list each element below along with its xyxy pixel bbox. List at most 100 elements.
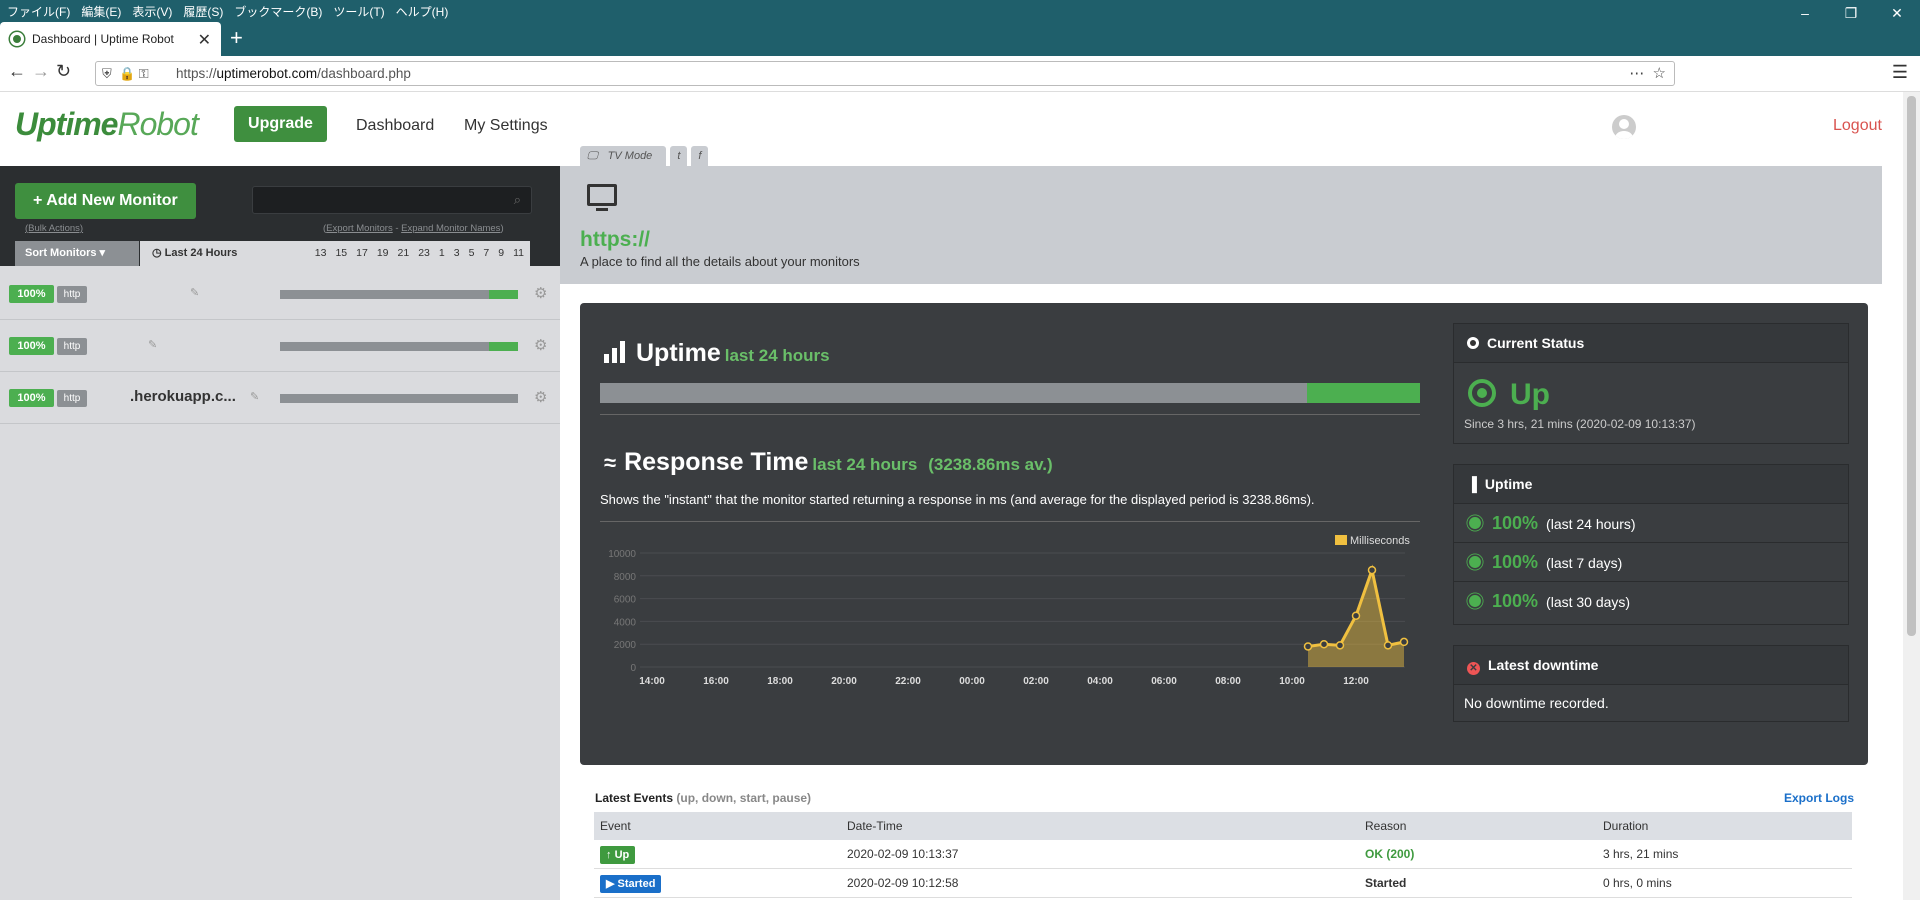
up-burst-icon bbox=[1469, 595, 1481, 607]
col-datetime: Date-Time bbox=[847, 819, 903, 833]
page-actions-icon[interactable]: ⋯ ☆ bbox=[1629, 62, 1666, 85]
export-monitors-link[interactable]: Export Monitors bbox=[326, 223, 393, 234]
monitor-uptime-bar bbox=[280, 394, 518, 403]
x-tick-label: 14:00 bbox=[639, 676, 665, 687]
clock-icon: ◷ bbox=[152, 247, 162, 259]
monitor-banner: https:// A place to find all the details… bbox=[560, 166, 1882, 284]
monitor-row[interactable]: 100% http .herokuapp.c... ✎ ⚙ bbox=[0, 372, 560, 424]
nav-dashboard[interactable]: Dashboard bbox=[356, 117, 434, 135]
monitor-uptime-badge: 100% bbox=[9, 337, 54, 355]
navigation-toolbar: ← → ↻ ⛨ 🔒 ⚿ https://uptimerobot.com/dash… bbox=[0, 56, 1920, 92]
tv-mode-button[interactable]: 🖵 TV Mode bbox=[580, 146, 667, 166]
export-links: (Export Monitors - Expand Monitor Names) bbox=[323, 223, 504, 234]
tv-mode-bar: 🖵 TV Mode t f bbox=[580, 146, 709, 166]
monitor-url-title[interactable]: https:// bbox=[580, 228, 650, 252]
x-tick-label: 16:00 bbox=[703, 676, 729, 687]
bar-chart-icon: ▐ bbox=[1467, 476, 1477, 492]
x-tick-label: 00:00 bbox=[959, 676, 985, 687]
data-point bbox=[1367, 565, 1377, 575]
hour-label: 1 bbox=[438, 247, 445, 259]
upgrade-button[interactable]: Upgrade bbox=[234, 106, 327, 142]
nav-my-settings[interactable]: My Settings bbox=[464, 117, 548, 135]
settings-gear-icon[interactable]: ⚙ bbox=[534, 284, 547, 302]
event-reason: OK (200) bbox=[1365, 847, 1415, 861]
event-cell: ↑ Up bbox=[594, 840, 847, 868]
x-tick-label: 06:00 bbox=[1151, 676, 1177, 687]
monitor-row[interactable]: 100% http ✎ ⚙ bbox=[0, 268, 560, 320]
data-point bbox=[1399, 637, 1409, 647]
settings-gear-icon[interactable]: ⚙ bbox=[534, 388, 547, 406]
hour-label: 23 bbox=[418, 247, 430, 259]
sort-monitors-button[interactable]: Sort Monitors ▾ bbox=[15, 241, 139, 266]
uptime-24h-fill bbox=[1306, 383, 1420, 403]
response-time-chart: 0 2000 4000 6000 8000 10000 14:00 16:00 18:00 20:… bbox=[600, 523, 1432, 723]
menu-edit[interactable]: 編集(E) bbox=[81, 3, 121, 20]
uptimerobot-favicon-icon bbox=[10, 32, 24, 46]
forward-icon[interactable]: → bbox=[32, 61, 50, 82]
address-bar[interactable]: ⛨ 🔒 ⚿ https://uptimerobot.com/dashboard.… bbox=[95, 61, 1675, 86]
user-avatar-icon[interactable] bbox=[1612, 115, 1636, 139]
up-burst-icon bbox=[1469, 556, 1481, 568]
col-duration: Duration bbox=[1603, 819, 1649, 833]
menu-help[interactable]: ヘルプ(H) bbox=[396, 3, 449, 20]
site-security-icon[interactable]: ⛨ 🔒 ⚿ bbox=[102, 62, 149, 85]
monitor-row[interactable]: 100% http ✎ ⚙ bbox=[0, 320, 560, 372]
bar-chart-icon bbox=[604, 341, 626, 363]
y-tick-label: 8000 bbox=[614, 572, 637, 583]
hour-label: 19 bbox=[376, 247, 389, 259]
latest-downtime-box: ✕ Latest downtime No downtime recorded. bbox=[1453, 645, 1849, 722]
latest-downtime-header: ✕ Latest downtime bbox=[1454, 646, 1848, 685]
hamburger-menu-icon[interactable]: ☰ bbox=[1892, 62, 1908, 83]
data-point bbox=[1351, 611, 1361, 620]
edit-icon[interactable]: ✎ bbox=[250, 390, 259, 403]
status-since: Since 3 hrs, 21 mins (2020-02-09 10:13:3… bbox=[1464, 417, 1696, 431]
col-event: Event bbox=[600, 819, 631, 833]
new-tab-icon[interactable]: + bbox=[230, 25, 243, 51]
menu-bookmarks[interactable]: ブックマーク(B) bbox=[234, 3, 322, 20]
uptime-24h-bar bbox=[600, 383, 1420, 403]
table-row: ▶ Started 2020-02-09 10:12:58 Started 0 … bbox=[594, 869, 1852, 898]
event-duration: 3 hrs, 21 mins bbox=[1603, 847, 1679, 861]
tab-close-icon[interactable]: ✕ bbox=[198, 30, 211, 50]
up-status-icon bbox=[1468, 379, 1496, 407]
page-scrollbar[interactable] bbox=[1903, 92, 1920, 900]
hour-label: 21 bbox=[397, 247, 410, 259]
add-new-monitor-button[interactable]: + Add New Monitor bbox=[15, 183, 196, 219]
monitor-type-badge: http bbox=[57, 390, 87, 407]
divider bbox=[600, 414, 1420, 415]
scrollbar-thumb[interactable] bbox=[1907, 96, 1916, 636]
edit-icon[interactable]: ✎ bbox=[148, 338, 157, 351]
twitter-icon[interactable]: t bbox=[670, 146, 688, 166]
menu-tools[interactable]: ツール(T) bbox=[333, 3, 384, 20]
browser-tab[interactable]: Dashboard | Uptime Robot ✕ bbox=[0, 22, 221, 56]
menu-view[interactable]: 表示(V) bbox=[132, 3, 172, 20]
x-tick-label: 12:00 bbox=[1343, 676, 1369, 687]
x-tick-label: 04:00 bbox=[1087, 676, 1113, 687]
logout-link[interactable]: Logout bbox=[1833, 117, 1882, 135]
reload-icon[interactable]: ↻ bbox=[56, 61, 71, 82]
monitor-name[interactable]: .herokuapp.c... bbox=[130, 388, 236, 405]
tab-bar: Dashboard | Uptime Robot ✕ + bbox=[0, 22, 1920, 56]
menu-history[interactable]: 履歴(S) bbox=[183, 3, 223, 20]
event-cell: ▶ Started bbox=[594, 869, 847, 897]
bulk-actions-link[interactable]: (Bulk Actions) bbox=[25, 223, 83, 234]
y-tick-label: 4000 bbox=[614, 617, 637, 628]
y-tick-label: 2000 bbox=[614, 640, 637, 651]
uptime-box: ▐ Uptime 100% (last 24 hours) 100% (last 7 … bbox=[1453, 464, 1849, 625]
monitor-search-input[interactable]: ⌕ bbox=[252, 186, 532, 214]
settings-gear-icon[interactable]: ⚙ bbox=[534, 336, 547, 354]
data-point bbox=[1319, 639, 1329, 649]
y-tick-label: 0 bbox=[630, 663, 636, 674]
monitor-uptime-fill bbox=[489, 290, 518, 299]
monitor-type-badge: http bbox=[57, 286, 87, 303]
data-point bbox=[1335, 641, 1345, 650]
monitor-details-panel: Uptime last 24 hours ≈ Response Time last 2… bbox=[580, 303, 1868, 765]
edit-icon[interactable]: ✎ bbox=[190, 286, 199, 299]
facebook-icon[interactable]: f bbox=[691, 146, 709, 166]
menu-file[interactable]: ファイル(F) bbox=[7, 3, 70, 20]
expand-monitor-names-link[interactable]: Expand Monitor Names bbox=[401, 223, 500, 234]
back-icon[interactable]: ← bbox=[8, 61, 26, 82]
export-logs-link[interactable]: Export Logs bbox=[1784, 791, 1854, 805]
x-tick-label: 20:00 bbox=[831, 676, 857, 687]
uptimerobot-logo[interactable]: UptimeRobot bbox=[15, 106, 199, 143]
